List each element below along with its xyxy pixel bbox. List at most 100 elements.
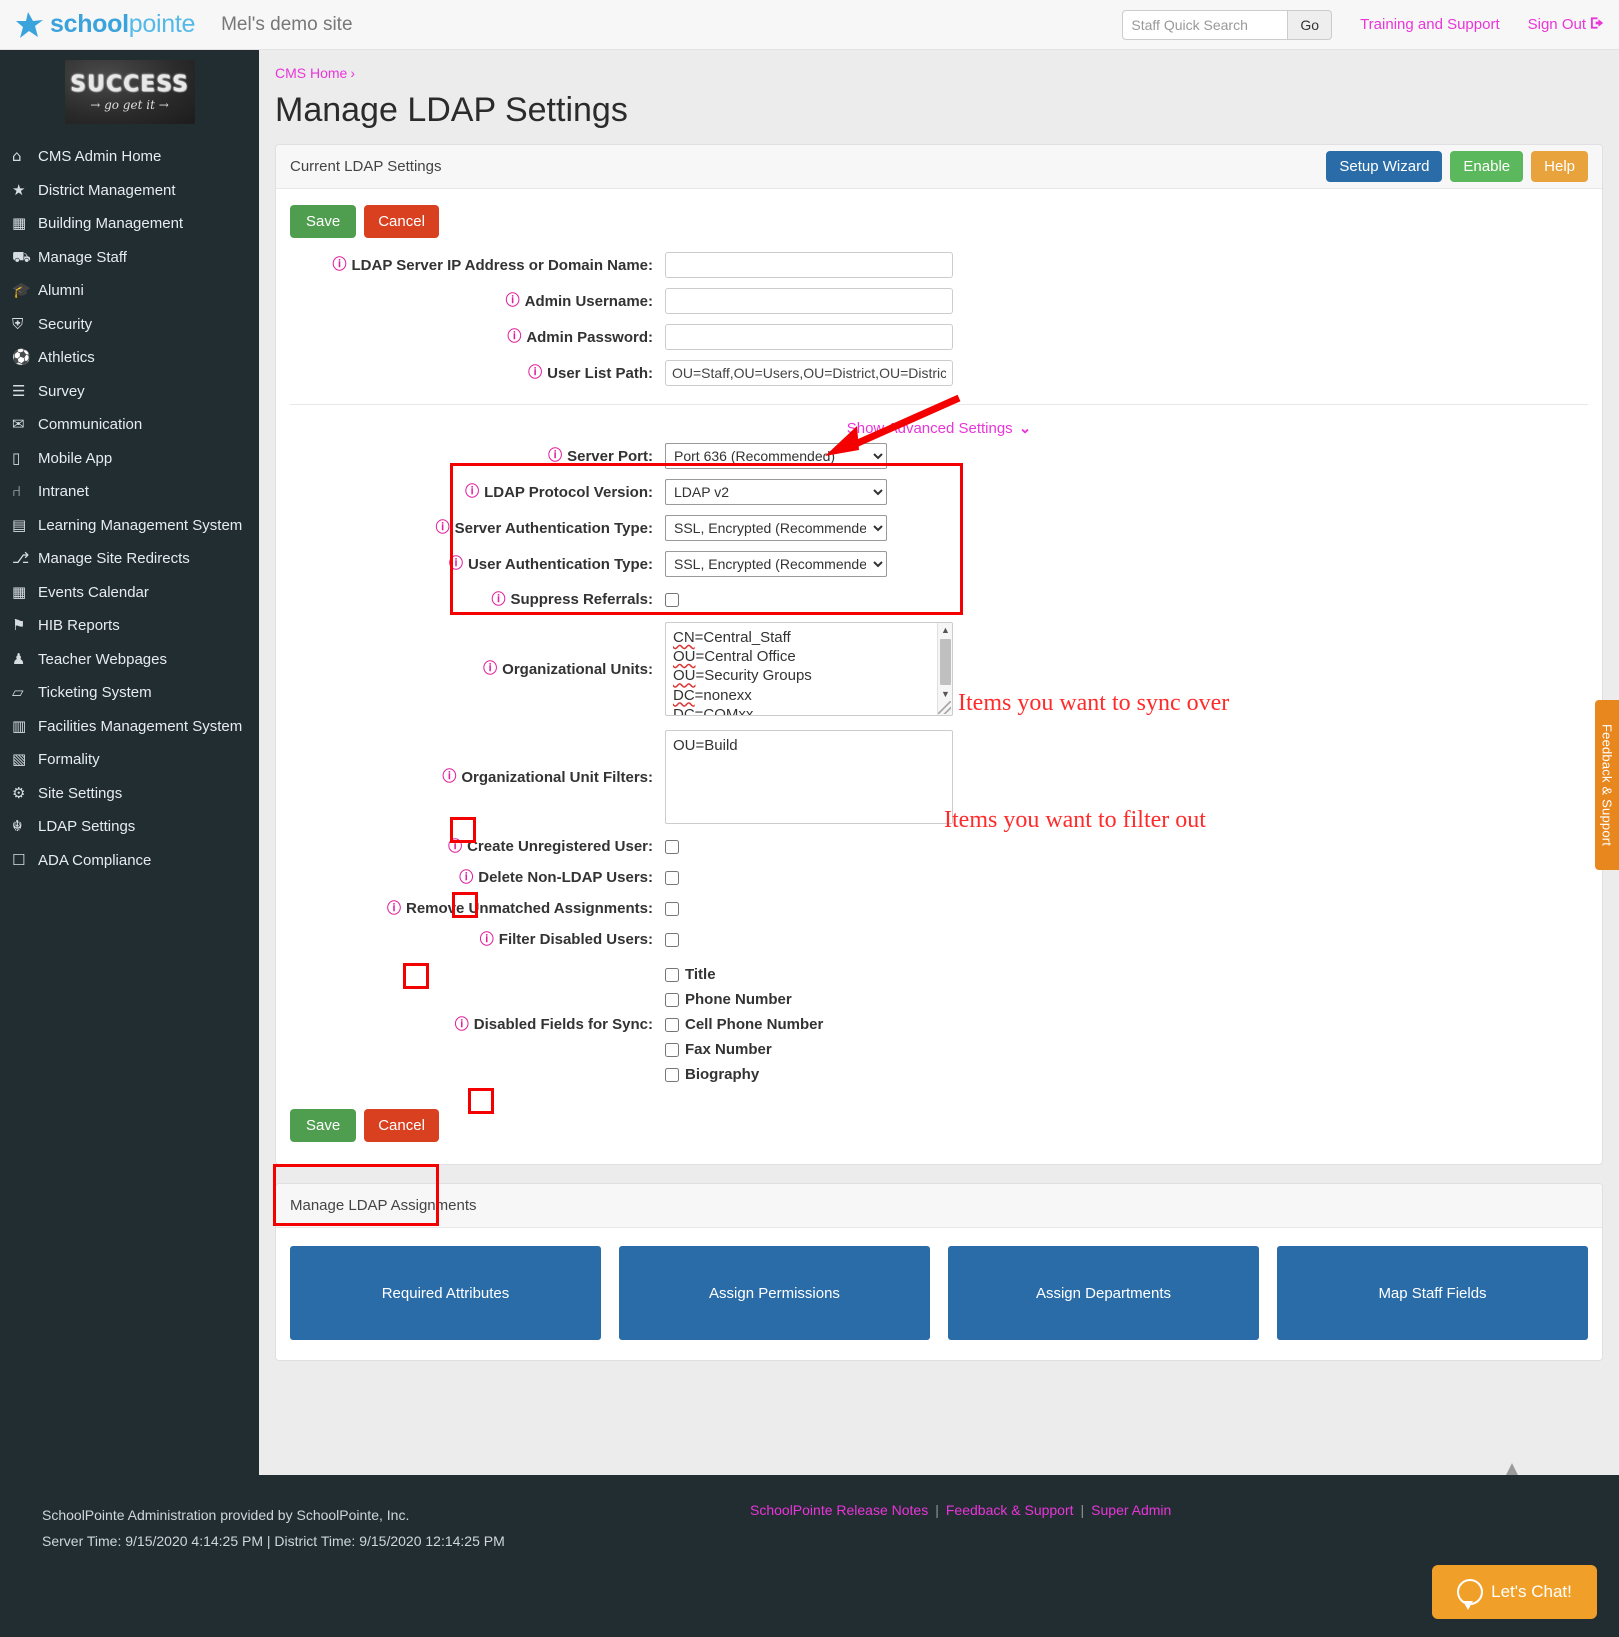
lets-chat-button[interactable]: Let's Chat! <box>1432 1565 1597 1619</box>
sidebar-item-site-settings[interactable]: ⚙ Site Settings <box>0 777 259 811</box>
info-icon[interactable]: ⓘ <box>459 871 473 885</box>
info-icon[interactable]: ⓘ <box>449 557 463 571</box>
assignment-button-required-attributes[interactable]: Required Attributes <box>290 1246 601 1340</box>
enable-button[interactable]: Enable <box>1450 151 1524 182</box>
info-icon[interactable]: ⓘ <box>507 330 521 344</box>
sync-field-item[interactable]: Cell Phone Number <box>665 1016 823 1033</box>
sidebar-item-manage-staff[interactable]: ⛟ Manage Staff <box>0 241 259 275</box>
sidebar-item-building-management[interactable]: ▦ Building Management <box>0 207 259 241</box>
info-icon[interactable]: ⓘ <box>528 366 542 380</box>
sync-field-checkbox-3[interactable] <box>665 1042 679 1057</box>
cancel-button-bottom[interactable]: Cancel <box>364 1109 439 1142</box>
sidebar-item-mobile-app[interactable]: ▯ Mobile App <box>0 442 259 476</box>
info-icon[interactable]: ⓘ <box>387 902 401 916</box>
sync-field-item[interactable]: Phone Number <box>665 991 823 1008</box>
district-logo-line2: → go get it → <box>90 98 169 112</box>
sidebar-item-events-calendar[interactable]: ▦ Events Calendar <box>0 576 259 610</box>
field-input-3[interactable] <box>665 360 953 386</box>
sync-field-checkbox-2[interactable] <box>665 1017 679 1032</box>
field-label-wrap: ⓘ Admin Password: <box>290 329 665 346</box>
advanced-select-3[interactable]: SSL, Encrypted (Recommended) <box>665 551 887 577</box>
sidebar-item-manage-site-redirects[interactable]: ⎇ Manage Site Redirects <box>0 542 259 576</box>
feedback-and-support-tab[interactable]: Feedback & Support <box>1595 700 1619 870</box>
option-checkbox-3[interactable] <box>665 932 679 947</box>
sync-field-checkbox-0[interactable] <box>665 967 679 982</box>
sidebar-item-survey[interactable]: ☰ Survey <box>0 375 259 409</box>
info-icon[interactable]: ⓘ <box>491 593 505 607</box>
sidebar-item-district-management[interactable]: ★ District Management <box>0 174 259 208</box>
search-input[interactable] <box>1122 9 1288 40</box>
field-input-2[interactable] <box>665 324 953 350</box>
scroll-up-icon[interactable]: ▲ <box>938 623 952 637</box>
search-go-button[interactable]: Go <box>1287 9 1333 40</box>
organizational-unit-filters-label-wrap: ⓘ Organizational Unit Filters: <box>290 769 665 786</box>
info-icon[interactable]: ⓘ <box>465 485 479 499</box>
info-icon[interactable]: ⓘ <box>483 662 497 676</box>
sidebar-item-security[interactable]: ⛨ Security <box>0 308 259 342</box>
advanced-select-1[interactable]: LDAP v2 <box>665 479 887 505</box>
sidebar-item-formality[interactable]: ▧ Formality <box>0 743 259 777</box>
assignment-button-assign-permissions[interactable]: Assign Permissions <box>619 1246 930 1340</box>
sidebar-item-intranet[interactable]: ⑁ Intranet <box>0 475 259 509</box>
sync-field-checkbox-4[interactable] <box>665 1067 679 1082</box>
sidebar-item-hib-reports[interactable]: ⚑ HIB Reports <box>0 609 259 643</box>
sidebar-item-label: Facilities Management System <box>38 717 243 735</box>
info-icon[interactable]: ⓘ <box>436 521 450 535</box>
suppress-referrals-checkbox[interactable] <box>665 592 679 607</box>
show-advanced-settings-toggle[interactable]: Show Advanced Settings ⌄ <box>290 419 1588 437</box>
resize-grip-icon[interactable] <box>938 701 951 714</box>
save-button-bottom[interactable]: Save <box>290 1109 357 1142</box>
sidebar-item-teacher-webpages[interactable]: ♟ Teacher Webpages <box>0 643 259 677</box>
footer-link-schoolpointe-release-notes[interactable]: SchoolPointe Release Notes <box>750 1502 928 1518</box>
sidebar-item-facilities-management-system[interactable]: ▥ Facilities Management System <box>0 710 259 744</box>
cancel-button-top[interactable]: Cancel <box>364 205 439 238</box>
sync-field-label: Title <box>685 966 716 983</box>
option-checkbox-1[interactable] <box>665 870 679 885</box>
info-icon[interactable]: ⓘ <box>455 1018 469 1032</box>
training-and-support-link[interactable]: Training and Support <box>1360 16 1500 33</box>
save-button-top[interactable]: Save <box>290 205 357 238</box>
sync-field-checkbox-1[interactable] <box>665 992 679 1007</box>
staff-quick-search[interactable]: Go <box>1122 9 1333 40</box>
sync-field-item[interactable]: Title <box>665 966 823 983</box>
sidebar-item-alumni[interactable]: 🎓 Alumni <box>0 274 259 308</box>
info-icon[interactable]: ⓘ <box>506 294 520 308</box>
advanced-select-2[interactable]: SSL, Encrypted (Recommended) <box>665 515 887 541</box>
breadcrumb-cms-home[interactable]: CMS Home <box>275 65 347 81</box>
sync-field-item[interactable]: Fax Number <box>665 1041 823 1058</box>
scroll-thumb[interactable] <box>940 639 951 685</box>
sidebar-item-ada-compliance[interactable]: ☐ ADA Compliance <box>0 844 259 878</box>
sidebar-item-ticketing-system[interactable]: ▱ Ticketing System <box>0 676 259 710</box>
assignment-button-assign-departments[interactable]: Assign Departments <box>948 1246 1259 1340</box>
organizational-unit-filters-textarea[interactable]: OU=Build <box>665 730 953 824</box>
help-button[interactable]: Help <box>1531 151 1588 182</box>
field-input-0[interactable] <box>665 252 953 278</box>
brand-logo[interactable]: schoolpointe <box>14 10 195 40</box>
organizational-units-textarea[interactable]: CN=Central_Staff OU=Central Office OU=Secu… <box>665 622 953 716</box>
option-checkbox-2[interactable] <box>665 901 679 916</box>
sidebar-item-cms-admin-home[interactable]: ⌂ CMS Admin Home <box>0 140 259 174</box>
sign-out-group[interactable]: Sign Out <box>1528 16 1605 34</box>
sidebar-item-learning-management-system[interactable]: ▤ Learning Management System <box>0 509 259 543</box>
sidebar-item-label: Intranet <box>38 483 89 501</box>
sidebar-item-ldap-settings[interactable]: ☬ LDAP Settings <box>0 810 259 844</box>
assignment-button-map-staff-fields[interactable]: Map Staff Fields <box>1277 1246 1588 1340</box>
info-icon[interactable]: ⓘ <box>442 770 456 784</box>
sidebar-item-athletics[interactable]: ⚽ Athletics <box>0 341 259 375</box>
info-icon[interactable]: ⓘ <box>448 840 462 854</box>
sign-out-link[interactable]: Sign Out <box>1528 16 1586 33</box>
sidebar-item-communication[interactable]: ✉ Communication <box>0 408 259 442</box>
info-icon[interactable]: ⓘ <box>333 258 347 272</box>
info-icon[interactable]: ⓘ <box>548 449 562 463</box>
field-input-1[interactable] <box>665 288 953 314</box>
setup-wizard-button[interactable]: Setup Wizard <box>1326 151 1443 182</box>
info-icon[interactable]: ⓘ <box>480 933 494 947</box>
option-label-wrap: ⓘ Create Unregistered User: <box>290 838 665 855</box>
footer-link-feedback-support[interactable]: Feedback & Support <box>946 1502 1074 1518</box>
sync-field-item[interactable]: Biography <box>665 1066 823 1083</box>
footer-link-super-admin[interactable]: Super Admin <box>1091 1502 1171 1518</box>
scroll-down-icon[interactable]: ▼ <box>938 687 952 701</box>
option-checkbox-0[interactable] <box>665 839 679 854</box>
advanced-select-0[interactable]: Port 636 (Recommended) <box>665 443 887 469</box>
sidebar-item-label: CMS Admin Home <box>38 148 162 166</box>
